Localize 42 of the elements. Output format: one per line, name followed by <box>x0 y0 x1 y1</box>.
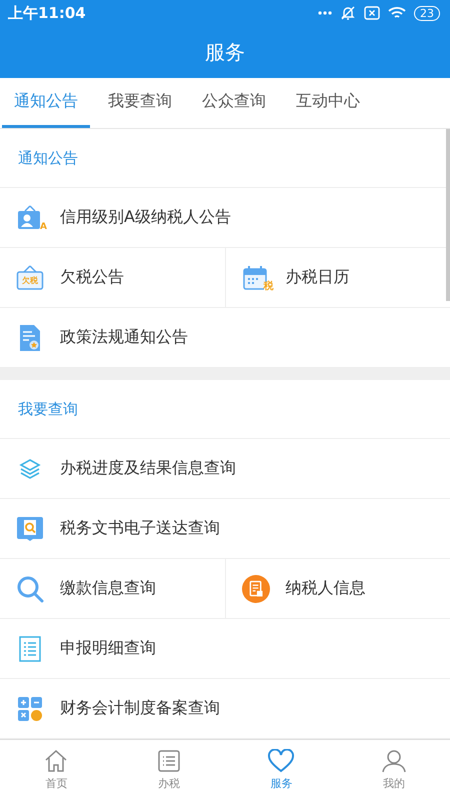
menu-item[interactable]: 申报明细查询 <box>0 619 450 678</box>
menu-item[interactable]: 纳税人信息 <box>224 559 450 618</box>
sim-off-icon <box>364 6 380 20</box>
calculator-icon <box>17 696 43 722</box>
home-icon <box>44 749 68 773</box>
document-star-icon <box>18 324 42 352</box>
heart-icon <box>268 749 294 773</box>
menu-item[interactable]: 财务会计制度备案查询 <box>0 679 450 738</box>
nav-tab[interactable]: 服务 <box>225 740 338 800</box>
icon-text: A <box>40 222 47 232</box>
nav-tab[interactable]: 办税 <box>112 740 225 800</box>
layers-icon <box>19 458 41 480</box>
menu-item[interactable]: 办税进度及结果信息查询 <box>0 439 450 498</box>
menu-item[interactable]: 政策法规通知公告 <box>0 308 450 367</box>
hanging-sign-icon <box>16 264 44 290</box>
menu-item[interactable]: 缴款信息查询 <box>0 559 224 618</box>
muted-bell-icon <box>340 5 356 21</box>
tab[interactable]: 互动中心 <box>284 78 372 128</box>
document-circle-icon <box>242 574 270 604</box>
nav-tab[interactable]: 我的 <box>338 740 450 800</box>
icon-text: 税 <box>264 282 274 292</box>
menu-item[interactable]: 税 办税日历 <box>224 248 450 307</box>
menu-item[interactable]: 税务文书电子送达查询 <box>0 499 450 558</box>
wifi-icon <box>388 6 406 20</box>
icon-text: 欠税 <box>22 276 38 284</box>
scrollbar[interactable] <box>446 129 450 301</box>
nav-tab[interactable]: 首页 <box>0 740 112 800</box>
menu-item[interactable]: A 信用级别A级纳税人公告 <box>0 188 450 247</box>
list-icon <box>156 749 181 773</box>
menu-item[interactable]: 欠税 欠税公告 <box>0 248 224 307</box>
person-icon <box>382 749 406 773</box>
page-title: 服务 <box>205 38 245 66</box>
section-title: 我要查询 <box>18 400 78 418</box>
section-title: 通知公告 <box>18 148 78 168</box>
status-time: 上午11:04 <box>8 4 86 22</box>
battery-level: 23 <box>414 6 440 20</box>
tab[interactable]: 公众查询 <box>190 78 278 128</box>
search-icon <box>16 574 44 602</box>
book-search-icon <box>16 516 44 542</box>
list-icon <box>19 636 41 662</box>
tab[interactable]: 我要查询 <box>96 78 184 128</box>
more-dots-icon <box>318 11 332 15</box>
